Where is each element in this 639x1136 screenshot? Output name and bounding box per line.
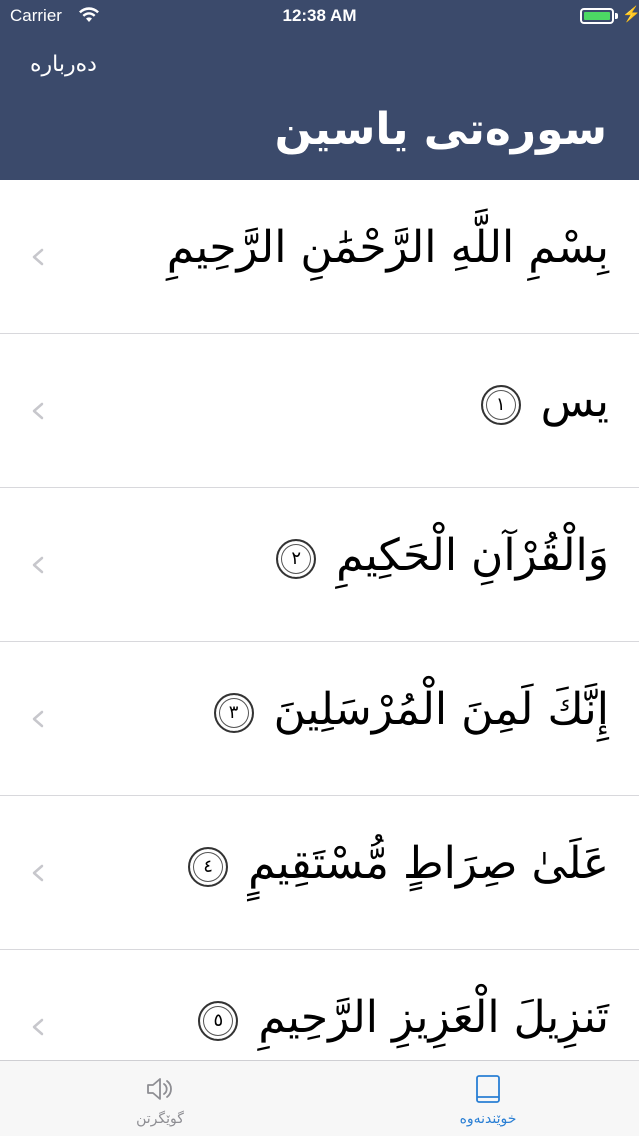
about-button[interactable]: دەربارە: [30, 52, 97, 77]
speaker-icon: [147, 1078, 172, 1100]
verse-row[interactable]: تَنزِيلَ الْعَزِيزِ الرَّحِيمِ ٥: [0, 950, 639, 1060]
status-bar: Carrier 12:38 AM ⚡: [0, 0, 639, 34]
verse-text: تَنزِيلَ الْعَزِيزِ الرَّحِيمِ ٥: [198, 992, 609, 1043]
chevron-left-icon: [32, 556, 44, 574]
ayah-number-badge: ٥: [198, 1000, 239, 1041]
verse-text: إِنَّكَ لَمِنَ الْمُرْسَلِينَ ٣: [213, 684, 609, 735]
verse-text: بِسْمِ اللَّهِ الرَّحْمَٰنِ الرَّحِيمِ: [167, 222, 609, 273]
battery-icon: [580, 8, 614, 24]
clock: 12:38 AM: [282, 6, 357, 25]
charging-icon: ⚡: [622, 6, 639, 23]
tab-bar: گوێگرتن خوێندنەوە: [0, 1060, 639, 1136]
verse-arabic: تَنزِيلَ الْعَزِيزِ الرَّحِيمِ: [258, 992, 609, 1043]
verse-row[interactable]: بِسْمِ اللَّهِ الرَّحْمَٰنِ الرَّحِيمِ: [0, 180, 639, 334]
ayah-number-badge: ٤: [188, 846, 229, 887]
verse-arabic: يس: [540, 376, 609, 427]
ayah-number-badge: ٣: [213, 692, 254, 733]
header: Carrier 12:38 AM ⚡ دەربارە سورەتی یاسین: [0, 0, 639, 180]
verse-arabic: وَالْقُرْآنِ الْحَكِيمِ: [336, 530, 609, 581]
tab-read-label: خوێندنەوە: [459, 1111, 517, 1127]
verse-text: يس ١: [480, 376, 609, 427]
book-icon: [476, 1075, 500, 1103]
tab-listen[interactable]: گوێگرتن: [80, 1061, 240, 1136]
chevron-left-icon: [32, 864, 44, 882]
verse-arabic: بِسْمِ اللَّهِ الرَّحْمَٰنِ الرَّحِيمِ: [166, 222, 609, 273]
page-title: سورەتی یاسین: [274, 104, 607, 155]
chevron-left-icon: [32, 248, 44, 266]
tab-listen-label: گوێگرتن: [136, 1111, 184, 1127]
verse-text: وَالْقُرْآنِ الْحَكِيمِ ٢: [276, 530, 609, 581]
verse-arabic: عَلَىٰ صِرَاطٍ مُّسْتَقِيمٍ: [248, 838, 609, 889]
chevron-left-icon: [32, 710, 44, 728]
ayah-number-badge: ١: [480, 384, 521, 425]
verse-row[interactable]: يس ١: [0, 334, 639, 488]
chevron-left-icon: [32, 402, 44, 420]
chevron-left-icon: [32, 1018, 44, 1036]
verse-text: عَلَىٰ صِرَاطٍ مُّسْتَقِيمٍ ٤: [188, 838, 609, 889]
verse-row[interactable]: إِنَّكَ لَمِنَ الْمُرْسَلِينَ ٣: [0, 642, 639, 796]
battery-cap: [615, 13, 618, 19]
verse-row[interactable]: عَلَىٰ صِرَاطٍ مُّسْتَقِيمٍ ٤: [0, 796, 639, 950]
ayah-number-badge: ٢: [276, 538, 317, 579]
verse-list[interactable]: بِسْمِ اللَّهِ الرَّحْمَٰنِ الرَّحِيمِ ي…: [0, 180, 639, 1060]
tab-read[interactable]: خوێندنەوە: [408, 1061, 568, 1136]
verse-arabic: إِنَّكَ لَمِنَ الْمُرْسَلِينَ: [273, 684, 609, 735]
verse-row[interactable]: وَالْقُرْآنِ الْحَكِيمِ ٢: [0, 488, 639, 642]
